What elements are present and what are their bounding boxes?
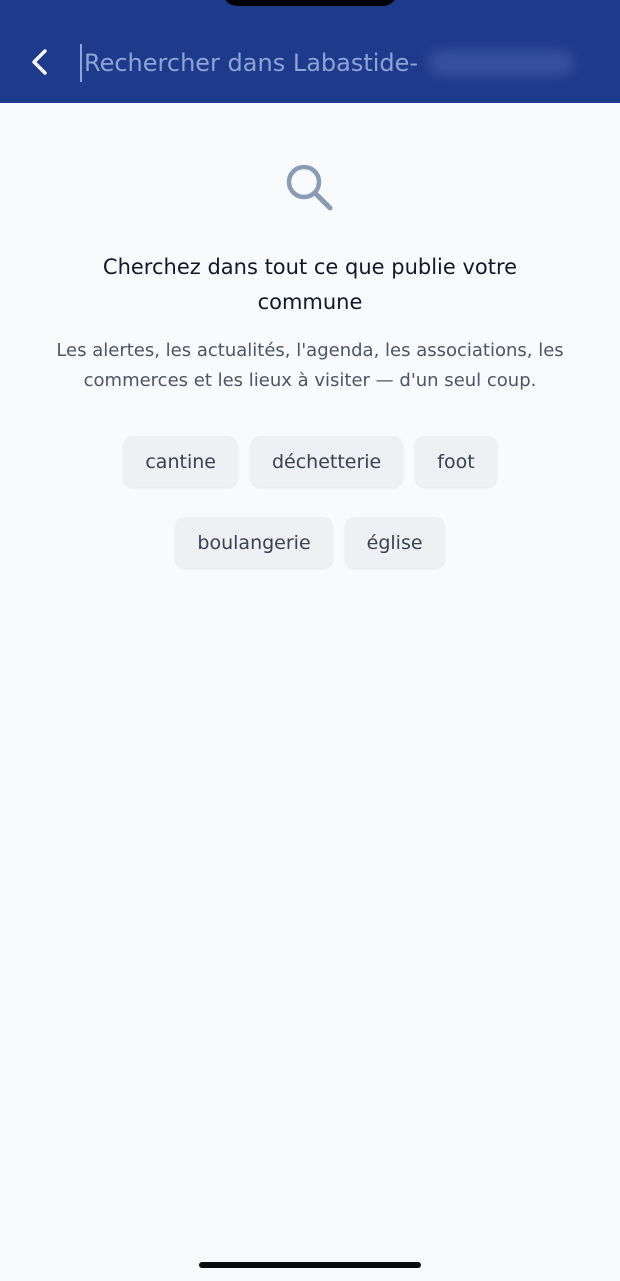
- suggestion-chip-cantine[interactable]: cantine: [123, 436, 238, 487]
- suggestion-chip-eglise[interactable]: église: [344, 517, 445, 568]
- camera-notch: [223, 0, 397, 6]
- chevron-left-icon: [32, 49, 47, 75]
- empty-state-description: Les alertes, les actualités, l'agenda, l…: [56, 340, 564, 391]
- suggestion-chip-foot[interactable]: foot: [415, 436, 497, 487]
- back-button[interactable]: [18, 40, 62, 84]
- search-header: [0, 0, 620, 103]
- search-icon: [286, 164, 333, 211]
- empty-state-title: Cherchez dans tout ce que publie votre c…: [102, 255, 518, 314]
- suggestion-chip-dechetterie[interactable]: déchetterie: [249, 436, 404, 487]
- search-empty-state: Cherchez dans tout ce que publie votre c…: [0, 160, 620, 568]
- home-indicator[interactable]: [199, 1262, 421, 1268]
- suggestion-chips: cantine déchetterie foot boulangerie égl…: [70, 436, 550, 568]
- suggestion-chip-boulangerie[interactable]: boulangerie: [175, 517, 333, 568]
- redacted-commune-name: [428, 50, 574, 76]
